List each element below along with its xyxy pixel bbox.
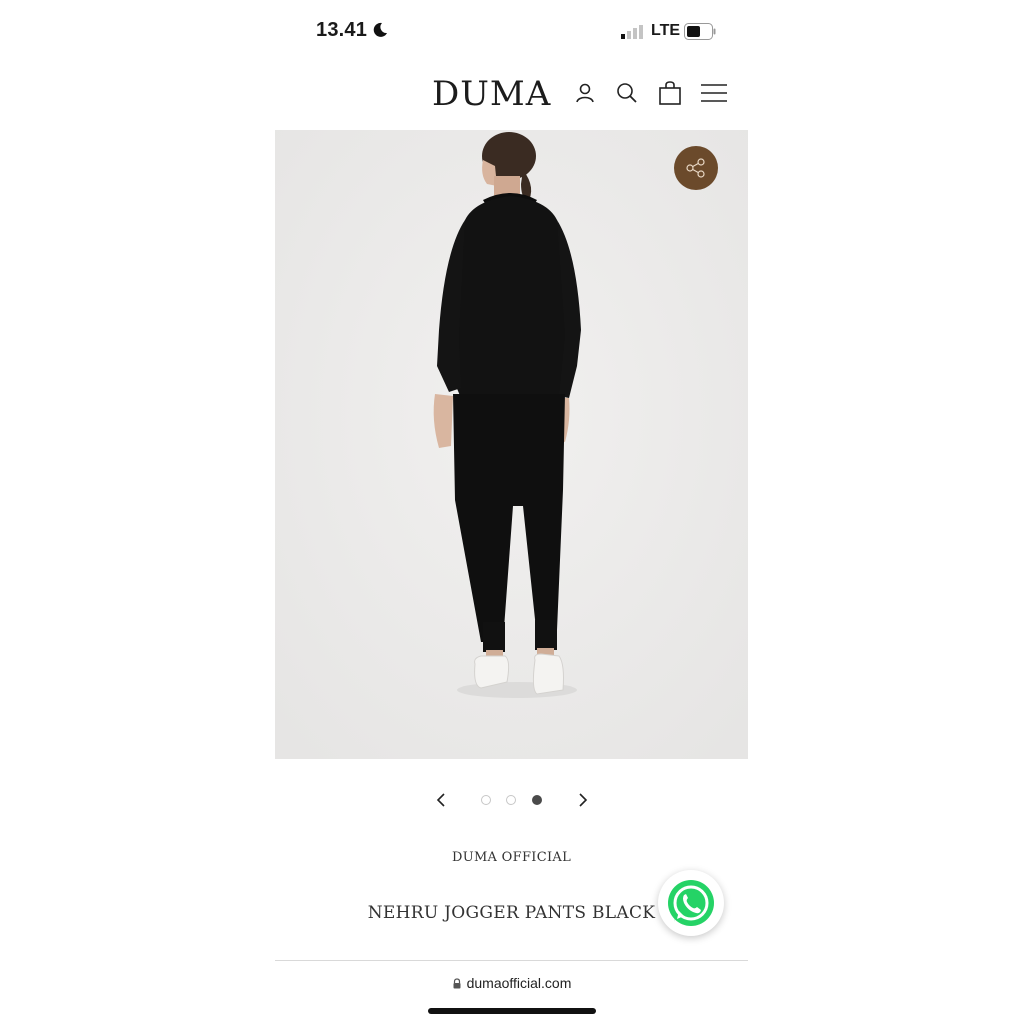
menu-icon[interactable] — [700, 80, 728, 106]
share-button[interactable] — [674, 146, 718, 190]
status-time: 13.41 — [316, 19, 368, 41]
carousel-dot-3[interactable] — [532, 795, 542, 805]
carousel-controls — [275, 786, 748, 814]
moon-icon — [373, 22, 387, 37]
product-image[interactable] — [275, 130, 748, 759]
search-icon[interactable] — [614, 80, 640, 106]
status-bar: 13.41 LTE — [275, 0, 748, 60]
product-brand[interactable]: DUMA OFFICIAL — [275, 850, 748, 865]
browser-address-bar[interactable]: dumaofficial.com — [275, 975, 748, 991]
carousel-dot-1[interactable] — [481, 795, 491, 805]
site-logo[interactable]: DUMA — [432, 74, 551, 114]
chevron-right-icon[interactable] — [575, 790, 591, 810]
whatsapp-icon — [668, 880, 714, 926]
lock-icon — [453, 978, 461, 989]
url-text: dumaofficial.com — [466, 975, 572, 991]
mobile-screen: 13.41 LTE DUMA DUMA OFFICIAL NEHRU JOGGE… — [275, 0, 748, 1024]
network-label: LTE — [651, 22, 681, 39]
signal-icon — [621, 25, 643, 39]
whatsapp-button[interactable] — [658, 870, 724, 936]
model-back-view — [275, 130, 748, 759]
divider — [275, 960, 748, 961]
cart-icon[interactable] — [657, 80, 683, 106]
carousel-dot-2[interactable] — [506, 795, 516, 805]
site-header: DUMA — [275, 70, 748, 120]
home-indicator[interactable] — [428, 1008, 596, 1014]
battery-icon — [684, 23, 716, 40]
chevron-left-icon[interactable] — [433, 790, 449, 810]
account-icon[interactable] — [572, 80, 598, 106]
share-icon — [686, 158, 705, 178]
